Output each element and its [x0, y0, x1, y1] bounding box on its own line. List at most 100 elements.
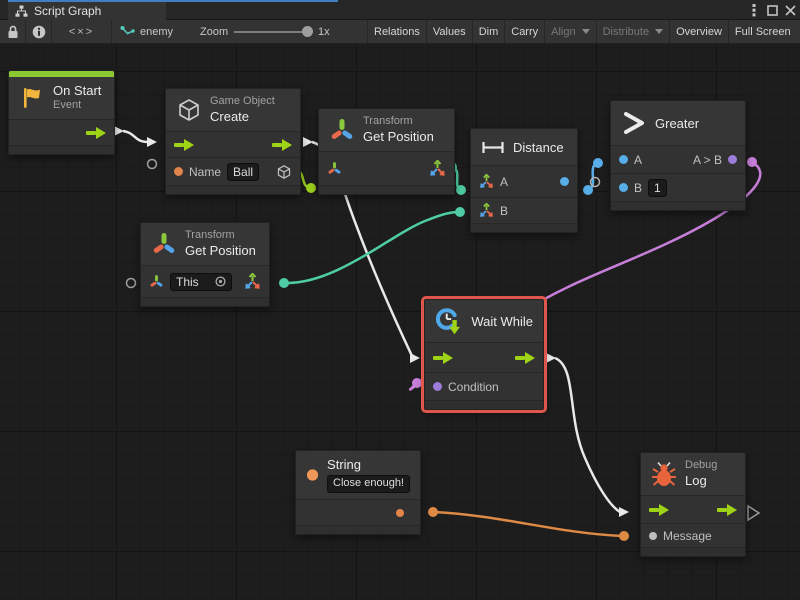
- info-button[interactable]: [26, 20, 52, 43]
- cube-icon: [176, 97, 202, 123]
- window-menu-button[interactable]: [746, 2, 762, 18]
- node-header: Distance: [471, 129, 577, 165]
- float-in-port-a[interactable]: [619, 155, 628, 164]
- graph-hierarchy-icon: [15, 5, 28, 18]
- node-header: On Start Event: [9, 77, 114, 119]
- node-header: Wait While: [425, 300, 543, 342]
- flow-in-port[interactable]: [433, 352, 453, 364]
- flow-out-port[interactable]: [272, 139, 292, 151]
- toolbar-button-align[interactable]: Align: [545, 20, 596, 43]
- window-maximize-button[interactable]: [764, 2, 780, 18]
- flow-out-port[interactable]: [515, 352, 535, 364]
- toolbar-button-values[interactable]: Values: [427, 20, 473, 43]
- vector3-out-port[interactable]: [429, 160, 446, 177]
- float-out-port[interactable]: [560, 177, 569, 186]
- message-in-port[interactable]: [649, 532, 657, 540]
- node-create-game-object[interactable]: Game Object Create Name Ball: [165, 88, 301, 195]
- flow-in-port[interactable]: [174, 139, 194, 151]
- string-input-port[interactable]: [174, 167, 183, 176]
- node-header: String Close enough!: [296, 451, 420, 499]
- string-value-field[interactable]: Close enough!: [327, 475, 410, 493]
- string-literal-icon: [306, 461, 319, 489]
- flow-in-port[interactable]: [649, 504, 669, 516]
- zoom-label: Zoom: [200, 26, 228, 38]
- toolbar-button-distribute[interactable]: Distribute: [597, 20, 670, 43]
- node-category: Transform: [363, 115, 434, 129]
- node-header: Transform Get Position: [319, 109, 454, 151]
- node-wait-while[interactable]: Wait While Condition: [424, 299, 544, 410]
- port-label: B: [634, 181, 642, 195]
- node-header: Greater: [611, 101, 745, 145]
- kebab-menu-icon: [752, 3, 756, 17]
- edit-script-button[interactable]: <×>: [52, 20, 112, 43]
- toolbar-button-full-screen[interactable]: Full Screen: [729, 20, 797, 43]
- string-out-port[interactable]: [396, 509, 404, 517]
- lock-button[interactable]: [0, 20, 26, 43]
- title-bar: Script Graph: [0, 0, 800, 20]
- bool-out-port[interactable]: [728, 155, 737, 164]
- flag-icon: [19, 85, 45, 111]
- toolbar-button-overview[interactable]: Overview: [670, 20, 729, 43]
- node-title: Create: [210, 109, 275, 125]
- result-label: A > B: [693, 153, 722, 167]
- close-icon: [785, 5, 796, 16]
- node-category: Transform: [185, 229, 256, 243]
- wait-clock-icon: [435, 307, 463, 336]
- node-get-position-bottom[interactable]: Transform Get Position This: [140, 222, 270, 307]
- node-footer: [641, 547, 745, 556]
- node-greater[interactable]: Greater A A > B B 1: [610, 100, 746, 211]
- vector3-out-port[interactable]: [244, 273, 261, 290]
- node-footer: [319, 185, 454, 194]
- node-footer: [425, 400, 543, 409]
- distance-ruler-icon: [481, 140, 505, 155]
- node-footer: [141, 297, 269, 306]
- button-label: Overview: [676, 26, 722, 38]
- game-object-out-port[interactable]: [276, 164, 292, 180]
- zoom-slider-knob[interactable]: [302, 26, 313, 37]
- b-value-field[interactable]: 1: [648, 179, 667, 197]
- node-title: Distance: [513, 140, 564, 155]
- lock-icon: [7, 25, 19, 39]
- flow-out-port[interactable]: [717, 504, 737, 516]
- node-distance[interactable]: Distance A B: [470, 128, 578, 233]
- script-graph-window: Script Graph: [0, 0, 800, 600]
- node-debug-log[interactable]: Debug Log Message: [640, 452, 746, 557]
- flow-out-port[interactable]: [86, 127, 106, 139]
- object-picker-icon[interactable]: [215, 276, 226, 287]
- greater-than-icon: [621, 110, 647, 136]
- vector3-in-port-b[interactable]: [479, 203, 494, 218]
- transform-in-port[interactable]: [327, 161, 342, 176]
- port-label: A: [634, 153, 642, 167]
- name-value-field[interactable]: Ball: [227, 163, 259, 181]
- transform-icon: [151, 231, 177, 257]
- zoom-slider-track[interactable]: [234, 31, 310, 33]
- port-label: B: [500, 204, 508, 218]
- transform-icon: [329, 117, 355, 143]
- node-category: Debug: [685, 459, 717, 473]
- zoom-value: 1x: [318, 26, 330, 38]
- node-title: Get Position: [185, 243, 256, 259]
- button-label: Dim: [479, 26, 499, 38]
- condition-in-port[interactable]: [433, 382, 442, 391]
- node-on-start[interactable]: On Start Event: [8, 70, 115, 155]
- toolbar-button-carry[interactable]: Carry: [505, 20, 545, 43]
- graph-toolbar: <×> enemy Zoom 1x Relations Values Dim C…: [0, 20, 800, 44]
- transform-in-port[interactable]: [149, 274, 164, 289]
- tab-title: Script Graph: [34, 4, 101, 18]
- target-value-field[interactable]: This: [170, 273, 232, 291]
- toolbar-button-dim[interactable]: Dim: [473, 20, 506, 43]
- tab-script-graph[interactable]: Script Graph: [8, 2, 166, 20]
- node-title: Wait While: [471, 314, 533, 329]
- node-footer: [9, 145, 114, 154]
- vector3-in-port-a[interactable]: [479, 174, 494, 189]
- graph-info-segment: enemy Zoom 1x: [112, 20, 368, 43]
- toolbar-button-relations[interactable]: Relations: [368, 20, 427, 43]
- port-label: Condition: [448, 380, 499, 394]
- window-close-button[interactable]: [782, 2, 798, 18]
- node-subtitle: Event: [53, 99, 101, 113]
- maximize-icon: [767, 5, 778, 16]
- node-get-position-top[interactable]: Transform Get Position: [318, 108, 455, 195]
- node-string[interactable]: String Close enough!: [295, 450, 421, 535]
- float-in-port-b[interactable]: [619, 183, 628, 192]
- node-footer: [471, 223, 577, 232]
